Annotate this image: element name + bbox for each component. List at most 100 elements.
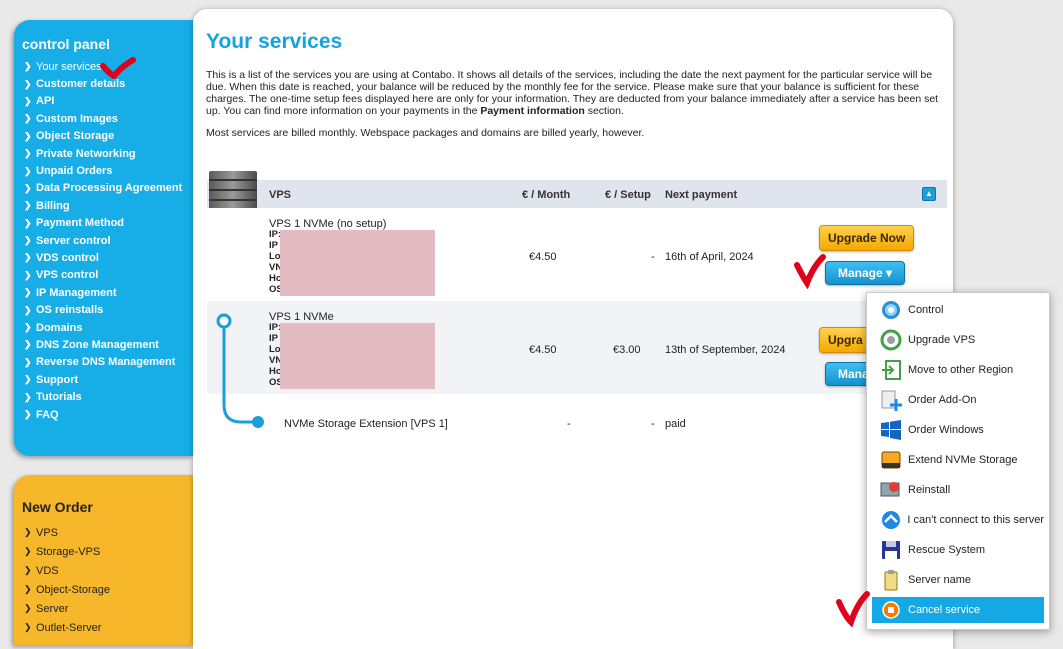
upgrade-icon [878,327,904,353]
chevron-right-icon: ❯ [24,356,32,367]
sidebar-item-tutorials[interactable]: ❯ Tutorials [22,388,194,405]
setup-price: - [651,251,655,263]
menu-item-order-addon[interactable]: Order Add-On [872,385,1044,415]
header-next-payment: Next payment [665,189,738,201]
tag-icon [878,567,904,593]
redacted-block [280,323,435,389]
menu-item-cant-connect[interactable]: I can't connect to this server [872,505,1044,535]
menu-item-reinstall[interactable]: Reinstall [872,475,1044,505]
sidebar-item-custom-images[interactable]: ❯ Custom Images [22,110,194,127]
manage-button[interactable]: Manage ▾ [825,261,906,285]
table-row: VPS 1 NVMe (no setup) IP: IP Lo VN Ho OS… [207,208,947,301]
chevron-right-icon: ❯ [24,287,32,298]
service-name: NVMe Storage Extension [VPS 1] [284,418,448,430]
red-check-mark-icon [836,591,870,628]
menu-item-rescue-system[interactable]: Rescue System [872,535,1044,565]
menu-item-extend-nvme-storage[interactable]: Extend NVMe Storage [872,445,1044,475]
control-panel-sidebar: control panel ❯ Your services ❯ Customer d… [14,20,194,456]
floppy-icon [878,537,904,563]
month-price: €4.50 [529,251,557,263]
red-check-mark-icon [794,254,826,289]
new-order-item-storage-vps[interactable]: ❯ Storage-VPS [22,542,194,561]
sidebar-item-billing[interactable]: ❯ Billing [22,197,194,214]
chevron-right-icon: ❯ [24,304,32,315]
upgrade-button[interactable]: Upgra [819,327,869,353]
chevron-right-icon: ❯ [24,217,32,228]
service-name: VPS 1 NVMe (no setup) [269,218,387,230]
sidebar-nav: ❯ Your services ❯ Customer details ❯ API ❯ C… [22,58,194,423]
sidebar-item-api[interactable]: ❯ API [22,93,194,110]
new-order-sidebar: New Order ❯ VPS ❯ Storage-VPS ❯ VDS ❯ Object… [14,475,194,645]
new-order-item-object-storage[interactable]: ❯ Object-Storage [22,580,194,599]
windows-icon [878,417,904,443]
sidebar-item-support[interactable]: ❯ Support [22,371,194,388]
sidebar-item-vps-control[interactable]: ❯ VPS control [22,267,194,284]
chevron-right-icon: ❯ [24,113,32,124]
collapse-icon[interactable]: ▲ [922,187,936,201]
chevron-right-icon: ❯ [24,603,32,613]
month-price: - [567,418,571,430]
menu-item-server-name[interactable]: Server name [872,565,1044,595]
chevron-right-icon: ❯ [24,235,32,246]
main-panel: Your services This is a list of the serv… [193,9,953,649]
new-order-item-outlet-server[interactable]: ❯ Outlet-Server [22,618,194,637]
sidebar-item-ip-management[interactable]: ❯ IP Management [22,284,194,301]
intro-text: This is a list of the services you are u… [206,69,939,117]
sidebar-item-private-networking[interactable]: ❯ Private Networking [22,145,194,162]
chevron-right-icon: ❯ [24,130,32,141]
table-row: NVMe Storage Extension [VPS 1] - - paid [207,394,947,442]
chevron-right-icon: ❯ [24,374,32,385]
upgrade-now-button[interactable]: Upgrade Now [819,225,915,251]
addon-connector-icon [216,313,264,428]
header-month: € / Month [522,189,571,201]
move-region-icon [878,357,904,383]
sidebar-item-faq[interactable]: ❯ FAQ [22,406,194,423]
reinstall-icon [878,477,904,503]
chevron-right-icon: ❯ [24,339,32,350]
chevron-right-icon: ❯ [24,269,32,280]
chevron-right-icon: ❯ [24,148,32,159]
caret-down-icon: ▾ [886,266,893,280]
sidebar-item-payment-method[interactable]: ❯ Payment Method [22,215,194,232]
menu-item-control[interactable]: Control [872,295,1044,325]
next-payment: 13th of September, 2024 [665,344,786,356]
new-order-item-vds[interactable]: ❯ VDS [22,561,194,580]
chevron-right-icon: ❯ [24,78,32,89]
chevron-right-icon: ❯ [24,182,32,193]
manage-button[interactable]: Mana [825,362,869,386]
menu-item-order-windows[interactable]: Order Windows [872,415,1044,445]
menu-item-upgrade-vps[interactable]: Upgrade VPS [872,325,1044,355]
chevron-right-icon: ❯ [24,322,32,333]
table-row: VPS 1 NVMe IP: IP Lo VN Ho OS €4.50 €3.0… [207,301,947,394]
menu-item-move-region[interactable]: Move to other Region [872,355,1044,385]
connect-icon [878,507,903,533]
chevron-right-icon: ❯ [24,165,32,176]
sidebar-item-server-control[interactable]: ❯ Server control [22,232,194,249]
sidebar-item-reverse-dns-management[interactable]: ❯ Reverse DNS Management [22,354,194,371]
menu-item-cancel-service[interactable]: Cancel service [872,597,1044,623]
chevron-right-icon: ❯ [24,200,32,211]
header-product: VPS [269,189,292,201]
redacted-block [280,230,435,296]
sidebar-item-vds-control[interactable]: ❯ VDS control [22,249,194,266]
chevron-right-icon: ❯ [24,527,32,537]
month-price: €4.50 [529,344,557,356]
new-order-item-server[interactable]: ❯ Server [22,599,194,618]
next-payment: 16th of April, 2024 [665,251,754,263]
sidebar-item-dns-zone-management[interactable]: ❯ DNS Zone Management [22,336,194,353]
setup-price: €3.00 [613,344,641,356]
sidebar-item-os-reinstalls[interactable]: ❯ OS reinstalls [22,301,194,318]
new-order-title: New Order [22,499,93,515]
gear-icon [878,297,904,323]
sidebar-item-unpaid-orders[interactable]: ❯ Unpaid Orders [22,162,194,179]
new-order-item-vps[interactable]: ❯ VPS [22,523,194,542]
header-setup: € / Setup [605,189,651,201]
sidebar-item-domains[interactable]: ❯ Domains [22,319,194,336]
billing-note: Most services are billed monthly. Webspa… [206,127,645,139]
setup-price: - [651,418,655,430]
chevron-right-icon: ❯ [24,61,32,72]
sidebar-item-data-processing-agreement[interactable]: ❯ Data Processing Agreement [22,180,194,197]
sidebar-item-object-storage[interactable]: ❯ Object Storage [22,128,194,145]
page-title: Your services [206,30,343,53]
payment-information-link: Payment information [480,105,585,117]
